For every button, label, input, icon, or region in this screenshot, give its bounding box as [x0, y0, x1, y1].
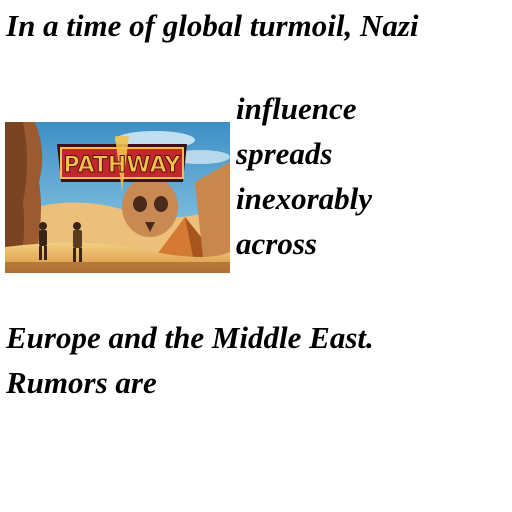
story-text-line: In a time of global turmoil, Nazi	[6, 8, 419, 43]
game-cover-image: PATHWAY	[5, 122, 230, 273]
story-text-line: inexorably	[236, 181, 373, 216]
story-text-line: influence	[236, 91, 357, 126]
pathway-logo: PATHWAY	[64, 153, 182, 178]
story-text-line: Rumors are	[6, 365, 157, 400]
story-text-line: across	[236, 226, 317, 261]
story-text-line: Europe and the Middle East.	[6, 320, 374, 355]
story-text-line: spreads	[236, 136, 333, 171]
pathway-artwork: PATHWAY	[5, 122, 230, 273]
